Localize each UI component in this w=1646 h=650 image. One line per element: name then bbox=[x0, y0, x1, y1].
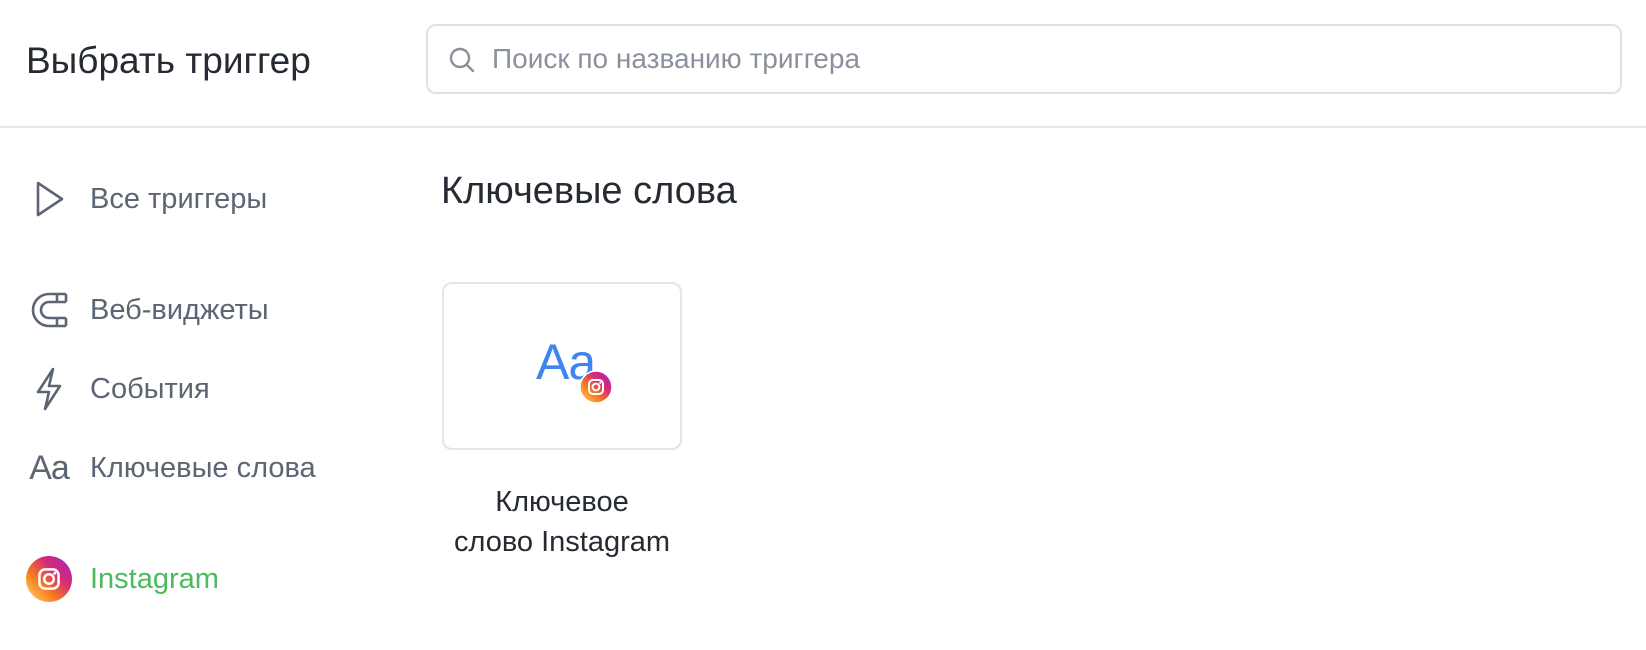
trigger-card-caption[interactable]: Ключевое слово Instagram bbox=[432, 482, 692, 562]
trigger-card-instagram-keyword[interactable]: Aa bbox=[442, 282, 682, 450]
search-box[interactable] bbox=[426, 24, 1622, 94]
sidebar-item-instagram[interactable]: Instagram bbox=[26, 553, 219, 605]
sidebar-item-label: Ключевые слова bbox=[90, 451, 316, 484]
play-icon bbox=[26, 176, 72, 222]
sidebar-item-events[interactable]: События bbox=[26, 363, 210, 415]
text-aa-icon: Aa bbox=[26, 445, 72, 491]
sidebar-item-label: Instagram bbox=[90, 562, 219, 595]
caption-line: Ключевое bbox=[495, 486, 629, 518]
magnet-icon bbox=[26, 287, 72, 333]
search-input[interactable] bbox=[492, 26, 1592, 92]
sidebar-item-label: Веб-виджеты bbox=[90, 293, 269, 326]
page-title: Выбрать триггер bbox=[26, 40, 311, 81]
instagram-icon bbox=[579, 370, 613, 404]
lightning-icon bbox=[26, 366, 72, 412]
header: Выбрать триггер bbox=[0, 0, 1646, 128]
sidebar-item-all-triggers[interactable]: Все триггеры bbox=[26, 173, 267, 225]
section-title: Ключевые слова bbox=[441, 170, 737, 212]
search-icon bbox=[449, 47, 475, 73]
sidebar-item-label: События bbox=[90, 372, 210, 405]
instagram-icon bbox=[26, 556, 72, 602]
sidebar-item-keywords[interactable]: Aa Ключевые слова bbox=[26, 442, 316, 494]
sidebar-item-label: Все триггеры bbox=[90, 182, 268, 215]
caption-line: слово Instagram bbox=[453, 526, 671, 558]
text-aa-glyph: Aa bbox=[29, 448, 70, 487]
sidebar-item-web-widgets[interactable]: Веб-виджеты bbox=[26, 284, 269, 336]
